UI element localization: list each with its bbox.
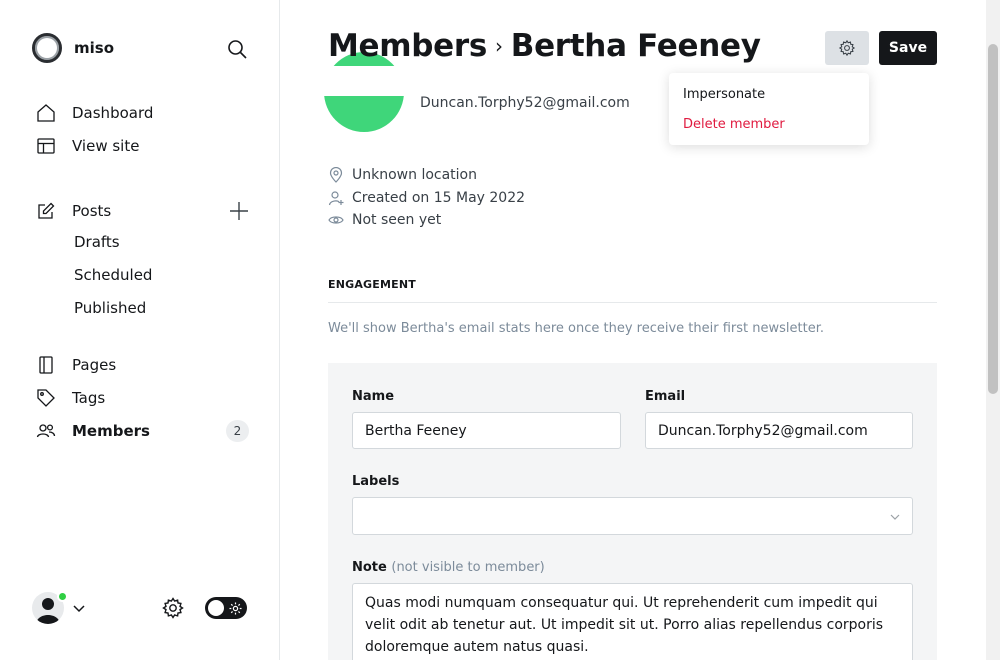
name-label: Name bbox=[352, 389, 395, 404]
brand-name: miso bbox=[74, 39, 115, 57]
impersonate-menu-item[interactable]: Impersonate bbox=[683, 87, 765, 102]
email-field[interactable]: Duncan.Torphy52@gmail.com bbox=[645, 412, 913, 449]
sidebar-item-label: Members bbox=[72, 422, 150, 440]
email-label: Email bbox=[645, 389, 686, 404]
member-settings-button[interactable] bbox=[825, 31, 869, 65]
sidebar-item-scheduled[interactable]: Scheduled bbox=[74, 266, 152, 288]
name-field[interactable]: Bertha Feeney bbox=[352, 412, 621, 449]
save-button[interactable]: Save bbox=[879, 31, 937, 65]
gear-icon[interactable] bbox=[161, 596, 185, 620]
labels-label: Labels bbox=[352, 474, 400, 489]
divider bbox=[328, 302, 937, 303]
note-textarea[interactable]: Quas modi numquam consequatur qui. Ut re… bbox=[352, 583, 913, 660]
page-icon bbox=[39, 356, 53, 374]
member-last-seen: Not seen yet bbox=[328, 212, 441, 228]
page-title: Members › Bertha Feeney bbox=[328, 28, 761, 64]
search-icon[interactable] bbox=[225, 37, 249, 61]
member-actions-menu: Impersonate Delete member bbox=[669, 73, 869, 145]
sidebar-item-published[interactable]: Published bbox=[74, 299, 146, 321]
brand-logo bbox=[32, 33, 62, 63]
brand[interactable]: miso bbox=[32, 33, 114, 63]
scrollbar[interactable] bbox=[986, 0, 1000, 660]
toggle-knob bbox=[208, 600, 224, 616]
sidebar-item-label: View site bbox=[72, 137, 140, 155]
add-post-icon[interactable] bbox=[228, 200, 250, 222]
engagement-note: We'll show Bertha's email stats here onc… bbox=[328, 321, 824, 336]
sidebar-item-pages[interactable]: Pages bbox=[36, 354, 116, 376]
sidebar-item-tags[interactable]: Tags bbox=[36, 387, 105, 409]
location-pin-icon bbox=[329, 167, 343, 183]
member-email: Duncan.Torphy52@gmail.com bbox=[420, 95, 630, 111]
online-status-dot bbox=[57, 591, 68, 602]
users-icon bbox=[36, 424, 56, 438]
chevron-down-icon bbox=[73, 605, 85, 613]
member-created: Created on 15 May 2022 bbox=[328, 190, 525, 206]
sidebar-item-members[interactable]: Members bbox=[36, 420, 150, 442]
eye-icon bbox=[328, 216, 344, 224]
sidebar-item-dashboard[interactable]: Dashboard bbox=[36, 102, 153, 124]
labels-select[interactable] bbox=[352, 497, 913, 535]
sidebar: miso Dashboard View site Posts Drafts Sc… bbox=[0, 0, 280, 660]
sidebar-item-label: Dashboard bbox=[72, 104, 154, 122]
scrollbar-thumb[interactable] bbox=[988, 44, 998, 394]
gear-icon bbox=[838, 39, 856, 57]
sidebar-item-drafts[interactable]: Drafts bbox=[74, 233, 120, 255]
chevron-down-icon bbox=[890, 514, 900, 520]
sidebar-item-label: Tags bbox=[72, 389, 106, 407]
home-icon bbox=[37, 104, 55, 122]
member-name-title: Bertha Feeney bbox=[510, 28, 761, 64]
member-details-form: Name Bertha Feeney Email Duncan.Torphy52… bbox=[328, 363, 937, 660]
layout-icon bbox=[37, 138, 55, 154]
note-label: Note (not visible to member) bbox=[352, 560, 545, 575]
sidebar-item-label: Pages bbox=[72, 356, 117, 374]
tag-icon bbox=[37, 389, 55, 407]
seen-text: Not seen yet bbox=[352, 212, 442, 228]
user-menu[interactable] bbox=[32, 591, 86, 624]
sidebar-item-label: Posts bbox=[72, 202, 112, 220]
note-label-text: Note bbox=[352, 560, 387, 575]
note-hint: (not visible to member) bbox=[391, 560, 545, 575]
sidebar-item-posts[interactable]: Posts bbox=[36, 200, 111, 222]
user-add-icon bbox=[328, 191, 344, 206]
member-location: Unknown location bbox=[328, 167, 477, 183]
created-text: Created on 15 May 2022 bbox=[352, 190, 526, 206]
sidebar-item-view-site[interactable]: View site bbox=[36, 135, 139, 157]
members-count-badge: 2 bbox=[226, 420, 249, 442]
delete-member-menu-item[interactable]: Delete member bbox=[683, 117, 785, 132]
location-text: Unknown location bbox=[352, 167, 477, 183]
breadcrumb-separator: › bbox=[495, 34, 503, 58]
sun-icon bbox=[229, 602, 242, 615]
edit-icon bbox=[38, 202, 55, 219]
engagement-heading: ENGAGEMENT bbox=[328, 278, 416, 291]
dark-mode-toggle[interactable] bbox=[205, 597, 247, 619]
breadcrumb-members-link[interactable]: Members bbox=[328, 28, 487, 64]
main-content: BF Members › Bertha Feeney Save Duncan.T… bbox=[280, 0, 986, 660]
